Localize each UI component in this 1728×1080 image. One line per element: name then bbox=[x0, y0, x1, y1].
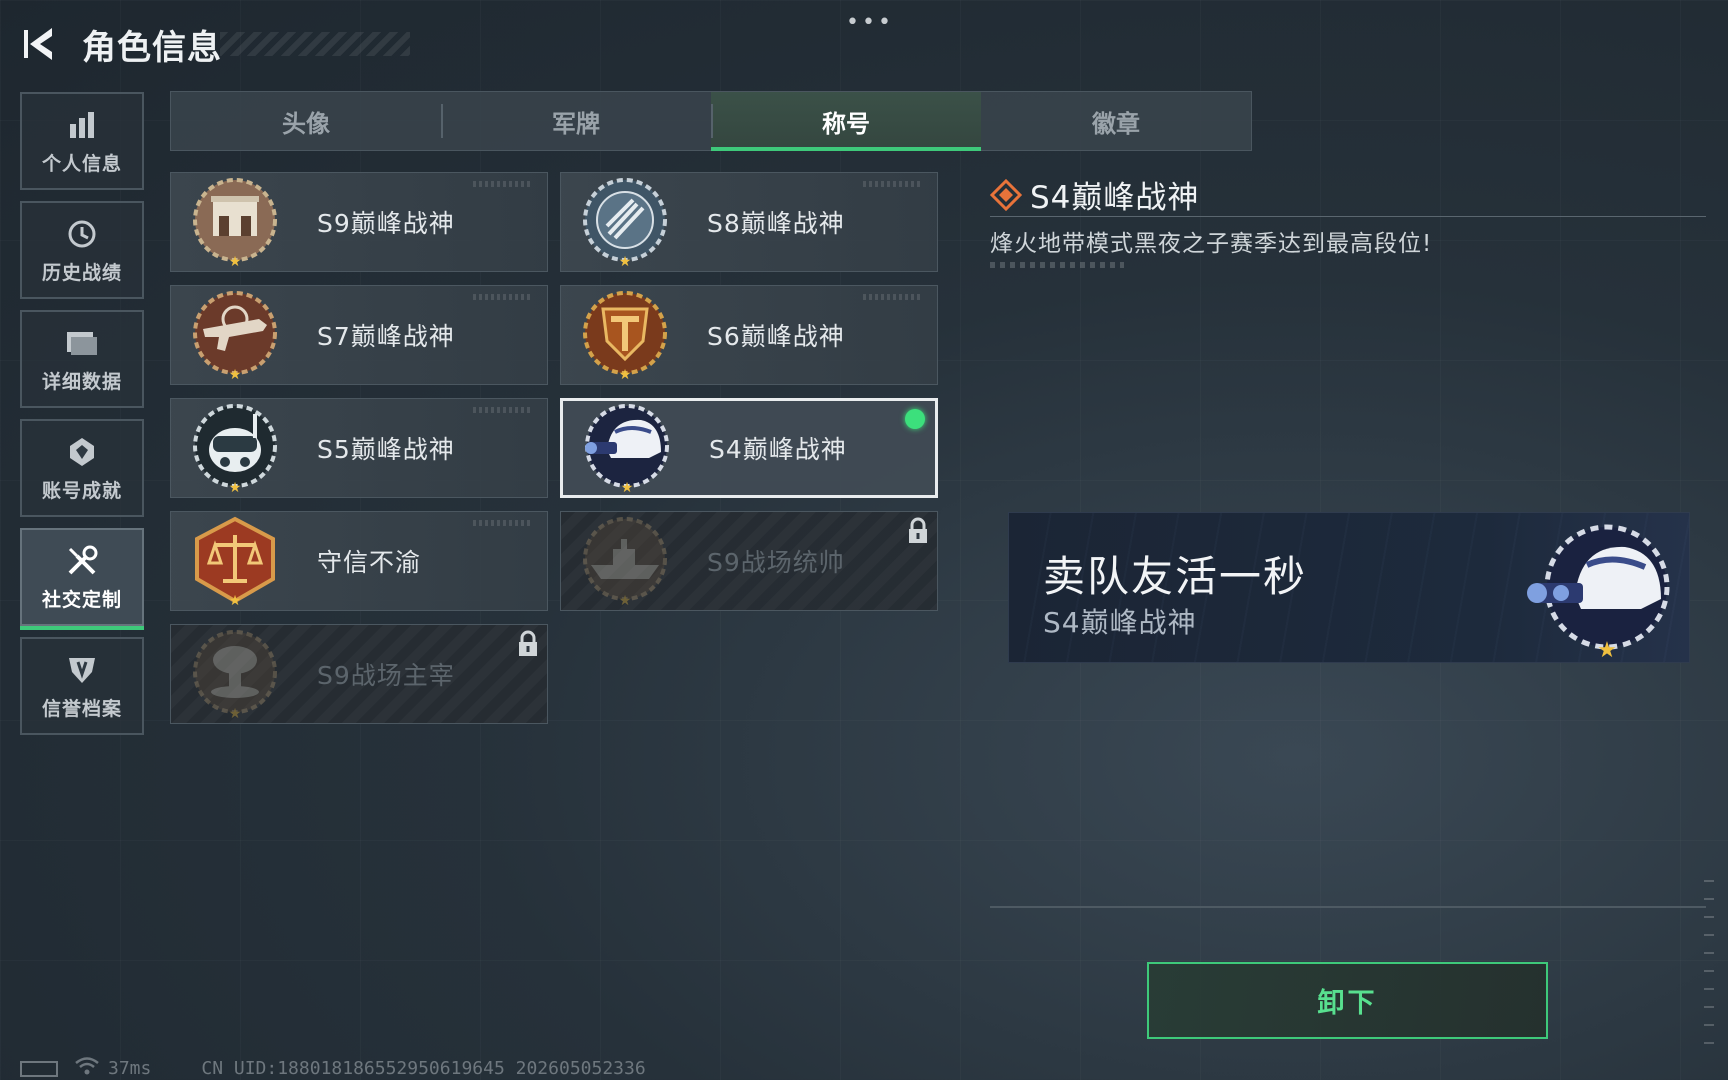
nav-label: 社交定制 bbox=[41, 588, 122, 611]
svg-text:★: ★ bbox=[1597, 638, 1617, 661]
svg-text:★: ★ bbox=[229, 706, 242, 720]
svg-text:★: ★ bbox=[619, 254, 632, 268]
detail-header: S4巅峰战神 bbox=[989, 172, 1200, 217]
achievement-badge-icon bbox=[64, 434, 100, 470]
tab-title[interactable]: 称号 bbox=[711, 92, 981, 151]
title-label: S8巅峰战神 bbox=[707, 209, 845, 238]
title-card-selected[interactable]: ★ S4巅峰战神 bbox=[560, 398, 938, 498]
card-decoration bbox=[473, 181, 533, 187]
wifi-icon bbox=[74, 1056, 100, 1080]
card-decoration bbox=[863, 181, 923, 187]
card-decoration bbox=[863, 294, 923, 300]
title-card[interactable]: ★ S7巅峰战神 bbox=[170, 285, 548, 385]
divider bbox=[990, 906, 1706, 908]
preview-title: S4巅峰战神 bbox=[1043, 606, 1197, 639]
folder-icon bbox=[64, 325, 100, 361]
side-tick-decoration bbox=[1704, 880, 1714, 1060]
equipped-indicator bbox=[905, 409, 925, 429]
card-decoration bbox=[473, 407, 533, 413]
night-vision-helmet-medal-icon: ★ bbox=[581, 402, 673, 496]
svg-text:★: ★ bbox=[619, 593, 632, 607]
title-label: S7巅峰战神 bbox=[317, 322, 455, 351]
tab-dogtag[interactable]: 军牌 bbox=[441, 92, 711, 150]
svg-text:★: ★ bbox=[229, 593, 242, 607]
title-card[interactable]: ★ S6巅峰战神 bbox=[560, 285, 938, 385]
scales-medal-icon: ★ bbox=[189, 515, 281, 609]
nav-item-profile[interactable]: 个人信息 bbox=[20, 92, 144, 190]
nav-label: 信誉档案 bbox=[41, 697, 122, 720]
page-title: 角色信息 bbox=[82, 27, 222, 68]
status-bar: 37ms CN UID:188018186552950619645 202605… bbox=[20, 1056, 646, 1080]
title-card[interactable]: ★ S8巅峰战神 bbox=[560, 172, 938, 272]
ping-readout: 37ms bbox=[108, 1058, 152, 1079]
title-preview-banner: 卖队友活一秒 S4巅峰战神 ★ bbox=[1008, 512, 1690, 663]
nav-item-details[interactable]: 详细数据 bbox=[20, 310, 144, 408]
title-label: S4巅峰战神 bbox=[709, 435, 847, 464]
svg-text:★: ★ bbox=[621, 480, 634, 494]
detail-description: 烽火地带模式黑夜之子赛季达到最高段位! bbox=[990, 231, 1433, 257]
svg-text:★: ★ bbox=[619, 367, 632, 381]
lock-icon bbox=[905, 516, 931, 546]
nav-label: 详细数据 bbox=[41, 370, 122, 393]
nav-label: 账号成就 bbox=[41, 479, 122, 502]
uid-text: CN UID:188018186552950619645 20260505233… bbox=[201, 1058, 646, 1079]
title-label: S9战场主宰 bbox=[317, 661, 455, 690]
header: 角色信息 bbox=[20, 20, 222, 68]
title-label: S9战场统帅 bbox=[707, 548, 845, 577]
unequip-button[interactable]: 卸下 bbox=[1147, 962, 1548, 1039]
title-card[interactable]: ★ S5巅峰战神 bbox=[170, 398, 548, 498]
svg-text:★: ★ bbox=[229, 254, 242, 268]
lock-icon bbox=[515, 629, 541, 659]
title-card[interactable]: ★ S9巅峰战神 bbox=[170, 172, 548, 272]
bar-chart-icon bbox=[64, 107, 100, 143]
title-card[interactable]: ★ 守信不渝 bbox=[170, 511, 548, 611]
tab-badge[interactable]: 徽章 bbox=[981, 92, 1251, 150]
fortress-medal-icon: ★ bbox=[189, 176, 281, 270]
nav-item-achievements[interactable]: 账号成就 bbox=[20, 419, 144, 517]
sidebar-nav: 个人信息 历史战绩 详细数据 账号成就 社交定制 信誉档案 bbox=[20, 92, 144, 746]
tab-bar: 头像 军牌 称号 徽章 bbox=[170, 91, 1252, 151]
battery-icon bbox=[20, 1060, 58, 1077]
svg-text:★: ★ bbox=[229, 480, 242, 494]
menu-dots[interactable]: ••• bbox=[846, 10, 894, 35]
preview-player-name: 卖队友活一秒 bbox=[1043, 552, 1308, 601]
card-decoration bbox=[473, 520, 533, 526]
tools-icon bbox=[64, 543, 100, 579]
nav-label: 个人信息 bbox=[41, 152, 122, 175]
divider bbox=[990, 216, 1706, 217]
title-label: S5巅峰战神 bbox=[317, 435, 455, 464]
detail-title: S4巅峰战神 bbox=[1030, 180, 1200, 216]
diver-mask-medal-icon: ★ bbox=[189, 402, 281, 496]
nav-item-history[interactable]: 历史战绩 bbox=[20, 201, 144, 299]
detail-decoration bbox=[990, 262, 1124, 268]
title-card-locked[interactable]: ★ S9战场主宰 bbox=[170, 624, 548, 724]
propeller-medal-icon: ★ bbox=[579, 176, 671, 270]
nav-label: 历史战绩 bbox=[41, 261, 122, 284]
svg-text:★: ★ bbox=[229, 367, 242, 381]
card-decoration bbox=[473, 294, 533, 300]
history-clock-icon bbox=[64, 216, 100, 252]
title-label: 守信不渝 bbox=[317, 548, 422, 577]
back-arrow-icon[interactable] bbox=[20, 20, 60, 68]
title-label: S9巅峰战神 bbox=[317, 209, 455, 238]
night-vision-helmet-medal-icon: ★ bbox=[1525, 521, 1675, 662]
title-label: S6巅峰战神 bbox=[707, 322, 845, 351]
title-decoration bbox=[220, 32, 410, 56]
nav-item-social[interactable]: 社交定制 bbox=[20, 528, 144, 630]
shield-emblem-icon bbox=[64, 652, 100, 688]
title-card-locked[interactable]: ★ S9战场统帅 bbox=[560, 511, 938, 611]
mushroom-cloud-medal-icon: ★ bbox=[189, 628, 281, 722]
warship-medal-icon: ★ bbox=[579, 515, 671, 609]
tab-avatar[interactable]: 头像 bbox=[171, 92, 441, 150]
diamond-icon bbox=[989, 178, 1023, 211]
nav-item-credit[interactable]: 信誉档案 bbox=[20, 637, 144, 735]
shield-medal-icon: ★ bbox=[579, 289, 671, 383]
rifle-medal-icon: ★ bbox=[189, 289, 281, 383]
